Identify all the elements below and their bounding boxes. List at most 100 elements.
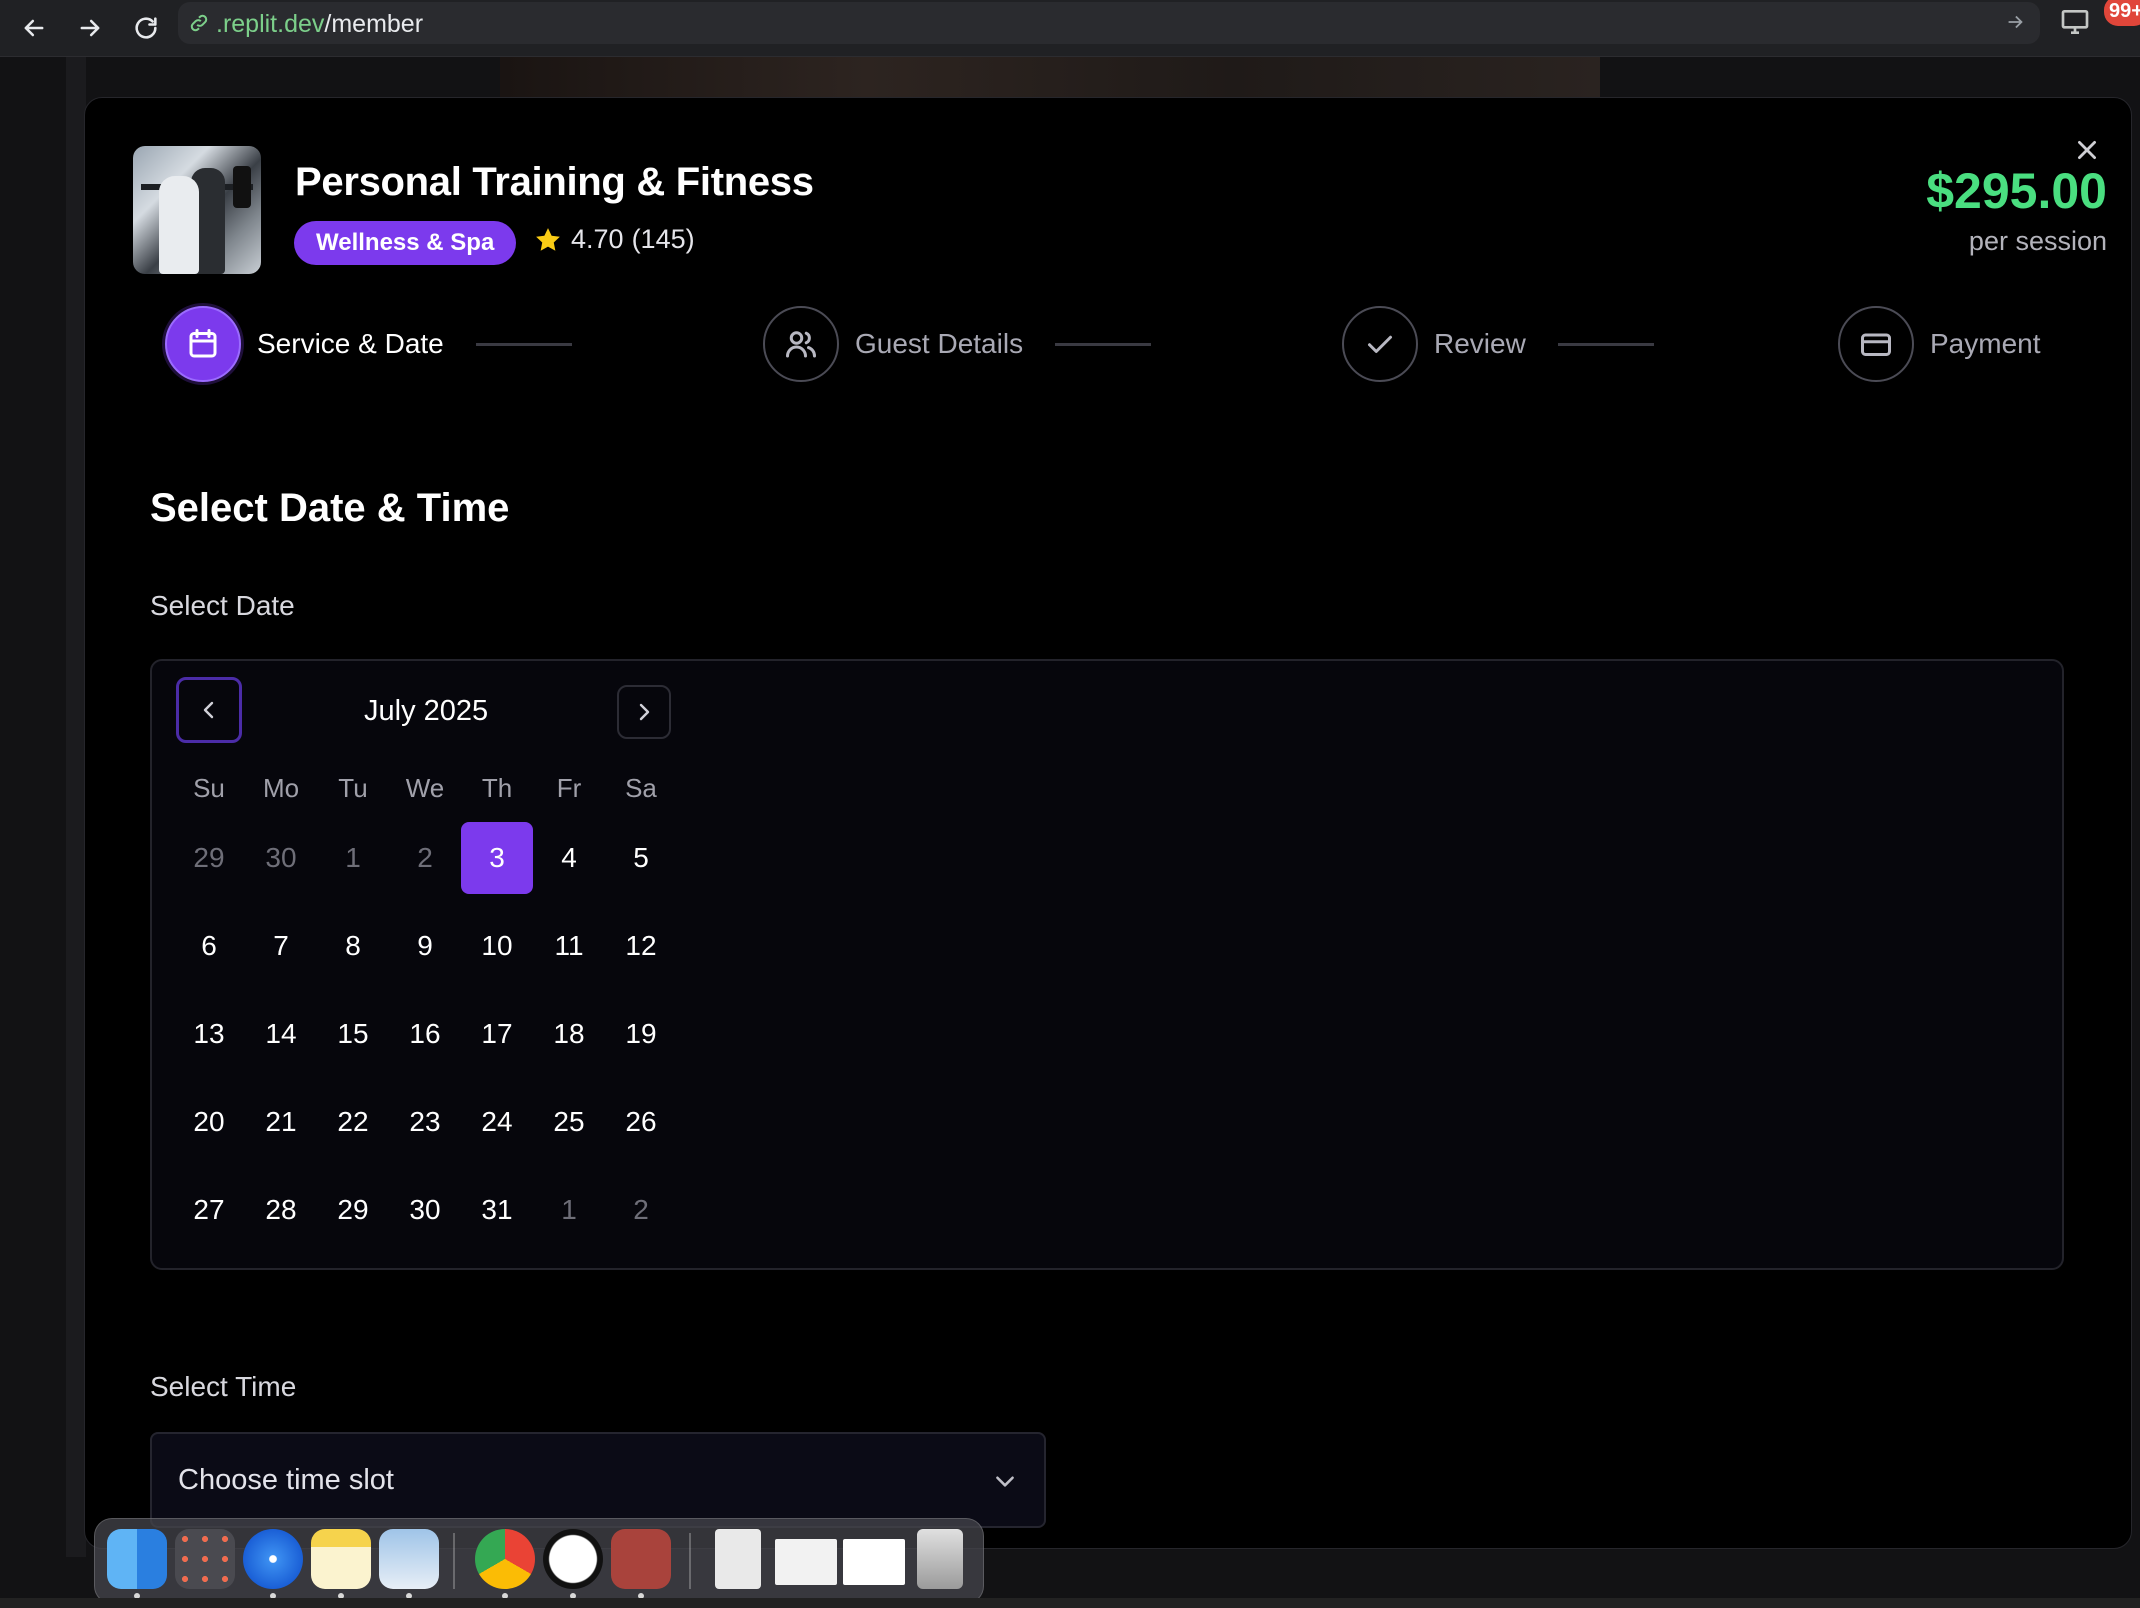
txt-file-icon[interactable] [715,1529,761,1589]
calendar-day[interactable]: 25 [533,1086,605,1158]
check-icon [1368,335,1392,353]
step-circle [1838,306,1914,382]
time-slot-select[interactable]: Choose time slot [150,1432,1046,1528]
reload-icon [135,17,157,39]
calendar-day[interactable]: 2 [605,1174,677,1246]
dock-separator [453,1533,455,1589]
backdrop-sidebar [66,57,86,1557]
calendar-day[interactable]: 7 [245,910,317,982]
address-text: .replit.dev/member [216,10,423,39]
calendar-day[interactable]: 9 [389,910,461,982]
calendar-day[interactable]: 1 [533,1174,605,1246]
calendar-day[interactable]: 5 [605,822,677,894]
step-connector [1055,342,1152,346]
clock-icon[interactable] [543,1529,603,1589]
weekday-header: Tu [338,773,368,803]
step-circle [1342,306,1418,382]
calendar-day[interactable]: 11 [533,910,605,982]
finder-icon[interactable] [107,1529,167,1589]
background-photo [500,57,1600,97]
trash-icon[interactable] [917,1529,963,1589]
arrow-right-icon [80,19,100,37]
calendar-day[interactable]: 19 [605,998,677,1070]
screen-cast-icon[interactable] [2058,6,2092,38]
date-label: Select Date [150,590,295,621]
chevron-down-icon [992,1468,1018,1499]
prev-month-button[interactable] [176,677,242,743]
calendar-day[interactable]: 13 [173,998,245,1070]
calendar-day[interactable]: 1 [317,822,389,894]
calendar-day[interactable]: 29 [317,1174,389,1246]
calendar-day[interactable]: 17 [461,998,533,1070]
calendar-day[interactable]: 27 [173,1174,245,1246]
calendar-day[interactable]: 2 [389,822,461,894]
notes-icon[interactable] [311,1529,371,1589]
chrome-icon[interactable] [475,1529,535,1589]
step-label: Service & Date [257,328,444,359]
step-review[interactable]: Review [1342,306,1654,382]
next-month-button[interactable] [617,685,671,739]
category-badge: Wellness & Spa [294,221,517,265]
bottom-strip [0,1598,2140,1608]
calendar-day[interactable]: 14 [245,998,317,1070]
url-path: /member [324,10,424,38]
back-button[interactable] [14,8,54,48]
link-icon [188,12,210,34]
credit-card-icon [1861,333,1891,356]
calendar-day[interactable]: 21 [245,1086,317,1158]
window-thumb-icon[interactable] [775,1539,837,1585]
calendar-day[interactable]: 20 [173,1086,245,1158]
time-slot-value: Choose time slot [178,1464,394,1496]
address-bar[interactable]: .replit.dev/member [178,2,2040,44]
notification-badge[interactable]: 99+ [2104,0,2140,26]
chevron-left-icon [203,701,214,719]
step-service-date[interactable]: Service & Date [165,306,572,382]
step-label: Review [1434,328,1526,359]
price-unit: per session [1968,226,2107,256]
calendar-day[interactable]: 6 [173,910,245,982]
calendar-month: July 2025 [364,695,489,727]
star-icon [536,227,560,251]
go-arrow-icon[interactable] [2004,11,2026,38]
weekday-header: Mo [262,773,300,803]
forward-button[interactable] [70,8,110,48]
calendar-day[interactable]: 3 [461,822,533,894]
calendar-day[interactable]: 24 [461,1086,533,1158]
calendar-day[interactable]: 8 [317,910,389,982]
step-payment[interactable]: Payment [1838,306,2041,382]
calendar-day[interactable]: 15 [317,998,389,1070]
dictionary-icon[interactable] [611,1529,671,1589]
browser-toolbar: .replit.dev/member 99+ [0,0,2140,57]
calendar-day[interactable]: 12 [605,910,677,982]
time-label: Select Time [150,1371,297,1402]
calendar-day[interactable]: 4 [533,822,605,894]
rating-value: 4.70 [571,224,624,254]
service-title: Personal Training & Fitness [295,160,814,204]
calendar-day[interactable]: 23 [389,1086,461,1158]
calendar-day[interactable]: 10 [461,910,533,982]
step-guest-details[interactable]: Guest Details [763,306,1152,382]
calendar-day[interactable]: 28 [245,1174,317,1246]
launchpad-icon[interactable] [175,1529,235,1589]
step-label: Guest Details [855,328,1024,359]
calendar-day[interactable]: 30 [245,822,317,894]
calendar-day[interactable]: 18 [533,998,605,1070]
calendar-day[interactable]: 29 [173,822,245,894]
arrow-left-icon [24,19,44,37]
safari-icon[interactable] [243,1529,303,1589]
calendar-day[interactable]: 31 [461,1174,533,1246]
booking-modal: Personal Training & Fitness Wellness & S… [84,97,2132,1549]
price: $295.00 [1926,163,2107,219]
weekday-header: Su [193,773,225,803]
calendar-day[interactable]: 30 [389,1174,461,1246]
date-calendar: July 2025 Su Mo Tu We Th Fr Sa 29 30 1 2 3 4 5 6 7 8 9 10 1… [150,659,2064,1270]
window-thumb-icon[interactable] [843,1539,905,1585]
weekday-header: Fr [556,773,582,803]
reload-button[interactable] [126,8,166,48]
calendar-day[interactable]: 22 [317,1086,389,1158]
calendar-day[interactable]: 16 [389,998,461,1070]
preview-icon[interactable] [379,1529,439,1589]
calendar-day[interactable]: 26 [605,1086,677,1158]
service-thumbnail [133,146,261,274]
rating: 4.70 (145) [533,224,695,255]
